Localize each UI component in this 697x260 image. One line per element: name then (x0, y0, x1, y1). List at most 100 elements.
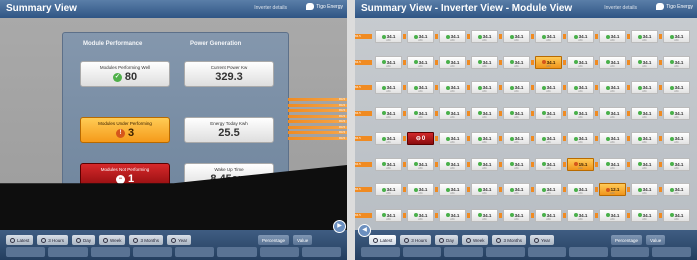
module-cell[interactable]: 34.1 Ahh (503, 157, 530, 171)
previous-arrow-icon[interactable]: ◀ (358, 224, 371, 237)
module-cell[interactable]: 34.1 Ahh (439, 208, 466, 222)
module-cell[interactable]: 34.1 Ahh (599, 132, 626, 145)
bottom-tab[interactable] (485, 247, 525, 257)
module-cell[interactable]: 34.1 Ahh (535, 157, 562, 171)
module-cell[interactable]: 34.1 Ahh (471, 81, 498, 94)
percentage-button[interactable]: Percentage (258, 235, 290, 245)
module-cell[interactable]: 34.1 Ahh (567, 55, 594, 69)
bottom-tab[interactable] (301, 247, 341, 257)
module-cell[interactable]: 34.1 Ahh (567, 106, 594, 120)
module-cell[interactable]: 34.1 Ahh (535, 55, 562, 69)
module-cell[interactable]: 34.1 Ahh (503, 132, 530, 145)
bottom-tab[interactable] (6, 247, 46, 257)
module-cell[interactable]: 34.1 Ahh (663, 81, 690, 94)
module-cell[interactable]: ⊖ 0 (407, 132, 434, 145)
bottom-tab[interactable] (569, 247, 608, 257)
module-cell[interactable]: 34.1 Ahh (599, 30, 626, 43)
latest-button[interactable]: Latest (6, 235, 34, 245)
module-cell[interactable]: 34.1 Ahh (631, 208, 658, 222)
module-cell[interactable]: 34.1 Ahh (439, 81, 466, 94)
module-cell[interactable]: 34.1 Ahh (375, 30, 402, 43)
bottom-tab[interactable] (48, 247, 88, 257)
module-cell[interactable]: 34.1 Ahh (439, 30, 466, 43)
module-cell[interactable]: 34.1 Ahh (407, 157, 434, 171)
module-cell[interactable]: 34.1 Ahh (631, 106, 658, 120)
inverter-details-link[interactable]: Inverter details (604, 5, 637, 11)
module-cell[interactable]: 34.1 Ahh (439, 183, 466, 196)
module-cell[interactable]: 34.1 Ahh (503, 106, 530, 120)
module-cell[interactable]: 34.1 Ahh (631, 183, 658, 196)
module-cell[interactable]: 34.1 Ahh (471, 30, 498, 43)
module-cell[interactable]: 34.1 Ahh (375, 132, 402, 145)
inverter-details-link[interactable]: Inverter details (254, 5, 287, 11)
module-cell[interactable]: 34.1 Ahh (407, 81, 434, 94)
module-cell[interactable]: 34.1 Ahh (599, 55, 626, 69)
module-cell[interactable]: 34.1 Ahh (599, 208, 626, 222)
module-cell[interactable]: 34.1 Ahh (375, 106, 402, 120)
module-cell[interactable]: 34.1 Ahh (535, 30, 562, 43)
module-cell[interactable]: 34.1 Ahh (471, 208, 498, 222)
modules-performing-well-card[interactable]: Modules Performing Well ✓ 80 (80, 61, 170, 87)
3-months-button[interactable]: 3 Months (492, 235, 526, 245)
module-cell[interactable]: 34.1 Ahh (407, 30, 434, 43)
module-cell[interactable]: 34.1 Ahh (471, 132, 498, 145)
3-months-button[interactable]: 3 Months (129, 235, 163, 245)
module-cell[interactable]: 34.1 Ahh (439, 106, 466, 120)
module-cell[interactable]: 34.1 Ahh (631, 81, 658, 94)
module-cell[interactable]: 34.1 Ahh (599, 81, 626, 94)
module-cell[interactable]: 34.1 Ahh (599, 157, 626, 171)
module-cell[interactable]: 34.1 Ahh (535, 132, 562, 145)
module-cell[interactable]: 34.1 Ahh (663, 132, 690, 145)
bottom-tab[interactable] (610, 247, 650, 257)
modules-under-performing-card[interactable]: Modules Under Performing ! 3 (80, 117, 170, 143)
module-cell[interactable]: 34.1 Ahh (567, 208, 594, 222)
3-hours-button[interactable]: 3 Hours (400, 235, 432, 245)
module-cell[interactable]: 34.1 Ahh (471, 157, 498, 171)
module-cell[interactable]: 34.1 Ahh (503, 183, 530, 196)
module-cell[interactable]: 34.1 Ahh (407, 55, 434, 69)
bottom-tab[interactable] (402, 247, 442, 257)
module-cell[interactable]: 34.1 Ahh (503, 81, 530, 94)
module-cell[interactable]: 34.1 Ahh (567, 30, 594, 43)
bottom-tab[interactable] (132, 247, 172, 257)
module-cell[interactable]: 34.1 Ahh (631, 132, 658, 145)
day-button[interactable]: Day (72, 235, 96, 245)
module-cell[interactable]: 15.1 Ahh (567, 157, 594, 171)
module-cell[interactable]: 34.1 Ahh (471, 55, 498, 69)
week-button[interactable]: Week (462, 235, 489, 245)
module-cell[interactable]: 34.1 Ahh (631, 157, 658, 171)
module-cell[interactable]: 34.1 Ahh (375, 157, 402, 171)
module-cell[interactable]: 12.1 Ahh (599, 183, 626, 196)
module-cell[interactable]: 34.1 Ahh (375, 55, 402, 69)
module-cell[interactable]: 34.1 Ahh (439, 157, 466, 171)
module-cell[interactable]: 34.1 Ahh (663, 55, 690, 69)
module-cell[interactable]: 34.1 Ahh (663, 106, 690, 120)
bottom-tab[interactable] (361, 247, 400, 257)
module-cell[interactable]: 34.1 Ahh (471, 106, 498, 120)
bottom-tab[interactable] (175, 247, 215, 257)
module-cell[interactable]: 34.1 Ahh (535, 208, 562, 222)
module-cell[interactable]: 34.1 Ahh (375, 183, 402, 196)
module-cell[interactable]: 34.1 Ahh (535, 183, 562, 196)
percentage-button[interactable]: Percentage (611, 235, 643, 245)
module-cell[interactable]: 34.1 Ahh (375, 81, 402, 94)
3-hours-button[interactable]: 3 Hours (37, 235, 69, 245)
module-cell[interactable]: 34.1 Ahh (407, 208, 434, 222)
bottom-tab[interactable] (90, 247, 130, 257)
module-cell[interactable]: 34.1 Ahh (439, 55, 466, 69)
module-cell[interactable]: 34.1 Ahh (567, 81, 594, 94)
module-cell[interactable]: 34.1 Ahh (631, 55, 658, 69)
module-cell[interactable]: 34.1 Ahh (663, 183, 690, 196)
day-button[interactable]: Day (435, 235, 459, 245)
module-cell[interactable]: 34.1 Ahh (503, 55, 530, 69)
module-cell[interactable]: 34.1 Ahh (567, 132, 594, 145)
module-cell[interactable]: 34.1 Ahh (663, 157, 690, 171)
module-cell[interactable]: 34.1 Ahh (471, 183, 498, 196)
module-cell[interactable]: 34.1 Ahh (631, 30, 658, 43)
week-button[interactable]: Week (99, 235, 126, 245)
module-cell[interactable]: 34.1 Ahh (535, 81, 562, 94)
bottom-tab[interactable] (217, 247, 257, 257)
next-arrow-icon[interactable]: ▶ (333, 220, 346, 233)
year-button[interactable]: Year (166, 235, 192, 245)
module-cell[interactable]: 34.1 Ahh (439, 132, 466, 145)
